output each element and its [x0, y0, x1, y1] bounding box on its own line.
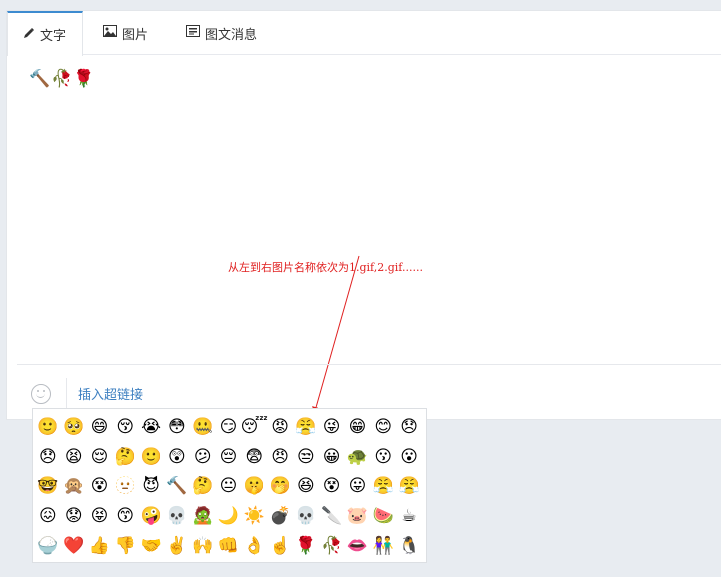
message-editor-panel: 文字 图片 图文消息 🔨 🥀 🌹 从左到右图片名称依次为1.gif,2.gif.… — [6, 10, 721, 420]
emoji-option-48[interactable]: 😝 — [87, 502, 113, 532]
emoji-option-33[interactable]: 😵 — [87, 472, 113, 502]
emoji-option-64[interactable]: 👎 — [112, 531, 138, 561]
emoji-option-67[interactable]: 🙌 — [190, 531, 216, 561]
emoji-option-65[interactable]: 🤝 — [138, 531, 164, 561]
emoji-option-29[interactable]: 😗 — [370, 443, 396, 473]
emoji-option-21[interactable]: 😲 — [164, 443, 190, 473]
emoji-option-55[interactable]: 💣 — [267, 502, 293, 532]
emoji-option-59[interactable]: 🍉 — [370, 502, 396, 532]
typed-rose-emoji: 🌹 — [73, 69, 95, 89]
emoji-option-14[interactable]: 😊 — [370, 413, 396, 443]
emoji-option-71[interactable]: 🌹 — [293, 531, 319, 561]
tab-news-label: 图文消息 — [205, 27, 258, 43]
emoji-option-11[interactable]: 😤 — [293, 413, 319, 443]
emoji-option-7[interactable]: 🤐 — [190, 413, 216, 443]
emoji-option-10[interactable]: 😡 — [267, 413, 293, 443]
tab-image-label: 图片 — [122, 27, 149, 43]
emoji-option-72[interactable]: 🥀 — [319, 531, 345, 561]
emoji-option-74[interactable]: 👫 — [370, 531, 396, 561]
emoji-option-56[interactable]: 💀 — [293, 502, 319, 532]
tab-text[interactable]: 文字 — [7, 11, 83, 56]
toolbar-separator — [66, 378, 67, 408]
emoji-option-63[interactable]: 👍 — [87, 531, 113, 561]
emoji-option-25[interactable]: 😠 — [267, 443, 293, 473]
tab-image[interactable]: 图片 — [103, 11, 173, 55]
emoji-option-26[interactable]: 😒 — [293, 443, 319, 473]
annotation-note: 从左到右图片名称依次为1.gif,2.gif...... — [228, 261, 423, 274]
emoji-option-36[interactable]: 🔨 — [164, 472, 190, 502]
typed-emoji-list: 🔨 🥀 🌹 — [29, 71, 95, 88]
emoji-option-8[interactable]: 😏 — [216, 413, 242, 443]
emoji-grid: 🙂 🥺 😄 😚 😭 😳 🤐 😏 😴 😡 😤 😜 😁 😊 😞 😞 😫 😌 🤔 🙂 😲 😕 😔 😨 😠 😒 😀 🐢 😗 😮 🤓 🙊 😵 🫥 😈 🔨 🤔 😐 🤫 🤭… — [35, 413, 422, 561]
emoji-option-52[interactable]: 🧟 — [190, 502, 216, 532]
emoji-option-6[interactable]: 😳 — [164, 413, 190, 443]
emoji-option-16[interactable]: 😞 — [35, 443, 61, 473]
emoji-option-44[interactable]: 😤 — [370, 472, 396, 502]
emoji-option-68[interactable]: 👊 — [216, 531, 242, 561]
emoji-option-62[interactable]: ❤️ — [61, 531, 87, 561]
emoji-option-39[interactable]: 🤫 — [241, 472, 267, 502]
emoji-option-54[interactable]: ☀️ — [241, 502, 267, 532]
emoji-option-3[interactable]: 😄 — [87, 413, 113, 443]
emoji-option-40[interactable]: 🤭 — [267, 472, 293, 502]
emoji-option-61[interactable]: 🍚 — [35, 531, 61, 561]
emoji-option-20[interactable]: 🙂 — [138, 443, 164, 473]
emoji-option-37[interactable]: 🤔 — [190, 472, 216, 502]
emoji-option-17[interactable]: 😫 — [61, 443, 87, 473]
emoji-option-5[interactable]: 😭 — [138, 413, 164, 443]
emoji-option-46[interactable]: 😖 — [35, 502, 61, 532]
emoji-option-13[interactable]: 😁 — [345, 413, 371, 443]
emoji-option-70[interactable]: ☝️ — [267, 531, 293, 561]
tab-news[interactable]: 图文消息 — [186, 11, 286, 55]
emoji-option-53[interactable]: 🌙 — [216, 502, 242, 532]
emoji-picker: 🙂 🥺 😄 😚 😭 😳 🤐 😏 😴 😡 😤 😜 😁 😊 😞 😞 😫 😌 🤔 🙂 😲 😕 😔 😨 😠 😒 😀 🐢 😗 😮 🤓 🙊 😵 🫥 😈 🔨 🤔 😐 🤫 🤭… — [32, 408, 427, 563]
emoji-option-57[interactable]: 🔪 — [319, 502, 345, 532]
emoji-option-23[interactable]: 😔 — [216, 443, 242, 473]
image-icon — [103, 25, 117, 41]
emoji-option-19[interactable]: 🤔 — [112, 443, 138, 473]
toolbar-divider — [17, 364, 721, 365]
smile-icon[interactable] — [31, 384, 51, 404]
emoji-option-1[interactable]: 🙂 — [35, 413, 61, 443]
message-text-area[interactable]: 🔨 🥀 🌹 从左到右图片名称依次为1.gif,2.gif...... — [23, 69, 713, 359]
emoji-option-41[interactable]: 😆 — [293, 472, 319, 502]
pencil-icon — [23, 27, 35, 43]
emoji-option-66[interactable]: ✌️ — [164, 531, 190, 561]
emoji-option-51[interactable]: 💀 — [164, 502, 190, 532]
emoji-option-43[interactable]: 😛 — [345, 472, 371, 502]
emoji-option-73[interactable]: 👄 — [345, 531, 371, 561]
emoji-option-4[interactable]: 😚 — [112, 413, 138, 443]
emoji-option-18[interactable]: 😌 — [87, 443, 113, 473]
emoji-option-12[interactable]: 😜 — [319, 413, 345, 443]
emoji-option-24[interactable]: 😨 — [241, 443, 267, 473]
message-type-tabs: 文字 图片 图文消息 — [7, 11, 721, 56]
news-icon — [186, 25, 200, 41]
typed-hammer-emoji: 🔨 — [29, 69, 51, 89]
tab-text-label: 文字 — [40, 29, 67, 44]
emoji-option-49[interactable]: 😙 — [112, 502, 138, 532]
typed-wilted-rose-emoji: 🥀 — [51, 69, 73, 89]
emoji-option-45[interactable]: 😤 — [396, 472, 422, 502]
insert-link-button[interactable]: 插入超链接 — [78, 384, 143, 403]
emoji-option-30[interactable]: 😮 — [396, 443, 422, 473]
emoji-option-34[interactable]: 🫥 — [112, 472, 138, 502]
emoji-option-35[interactable]: 😈 — [138, 472, 164, 502]
emoji-option-32[interactable]: 🙊 — [61, 472, 87, 502]
emoji-option-31[interactable]: 🤓 — [35, 472, 61, 502]
emoji-option-28[interactable]: 🐢 — [345, 443, 371, 473]
emoji-option-22[interactable]: 😕 — [190, 443, 216, 473]
emoji-option-15[interactable]: 😞 — [396, 413, 422, 443]
emoji-option-27[interactable]: 😀 — [319, 443, 345, 473]
emoji-option-50[interactable]: 🤪 — [138, 502, 164, 532]
emoji-option-42[interactable]: 😵 — [319, 472, 345, 502]
emoji-option-38[interactable]: 😐 — [216, 472, 242, 502]
emoji-option-58[interactable]: 🐷 — [345, 502, 371, 532]
emoji-option-2[interactable]: 🥺 — [61, 413, 87, 443]
emoji-option-69[interactable]: 👌 — [241, 531, 267, 561]
emoji-option-60[interactable]: ☕ — [396, 502, 422, 532]
emoji-option-9[interactable]: 😴 — [241, 413, 268, 443]
emoji-option-75[interactable]: 🐧 — [396, 531, 422, 561]
emoji-option-47[interactable]: 😟 — [61, 502, 87, 532]
